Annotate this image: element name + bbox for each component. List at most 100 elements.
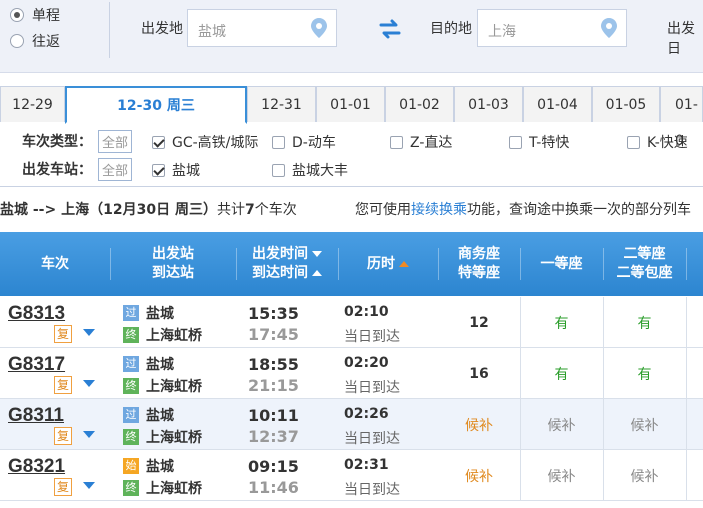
date-tab[interactable]: 01-04 — [523, 86, 592, 122]
table-row: G8311 复 过 盐城 终 上海虹桥 10:11 12:37 02:26 当日… — [0, 399, 703, 450]
to-field[interactable]: 上海 — [477, 9, 627, 47]
second-class-seat: 有 — [637, 315, 652, 332]
date-tab-active[interactable]: 12-30 周三 — [65, 86, 247, 124]
from-field[interactable]: 盐城 — [187, 9, 337, 47]
train-type-all-button[interactable]: 全部 — [98, 129, 133, 153]
header-second: 二等座 二等包座 — [603, 232, 686, 296]
filter-gc[interactable]: GC-高铁/城际 — [152, 132, 258, 152]
reissue-badge[interactable]: 复 — [54, 376, 72, 394]
expand-arrow-icon[interactable] — [83, 482, 95, 489]
route-text: 盐城 --> 上海（12月30日 周三） — [0, 202, 217, 218]
header-business-bottom: 特等座 — [458, 265, 500, 281]
terminal-badge: 终 — [123, 429, 139, 445]
depart-time-sort[interactable]: 出发时间 — [252, 245, 322, 264]
first-class-seat: 有 — [554, 366, 569, 383]
transfer-link[interactable]: 接续换乘 — [411, 202, 467, 218]
header-second-top: 二等座 — [623, 246, 666, 262]
gc-checkbox[interactable] — [152, 135, 165, 149]
sort-up-icon[interactable] — [312, 270, 322, 276]
date-tab[interactable]: 01-05 — [592, 86, 660, 122]
arrive-time: 21:15 — [248, 376, 299, 395]
t-checkbox[interactable] — [509, 135, 522, 149]
expand-arrow-icon[interactable] — [83, 380, 95, 387]
first-class-seat: 候补 — [547, 417, 576, 434]
reissue-badge[interactable]: 复 — [54, 427, 72, 445]
date-tab[interactable]: 12-31 — [247, 86, 316, 122]
arrive-day: 当日到达 — [344, 431, 400, 447]
train-number[interactable]: G8313 — [8, 303, 65, 325]
expand-arrow-icon[interactable] — [83, 431, 95, 438]
filter-z[interactable]: Z-直达 — [390, 132, 452, 152]
sort-down-icon[interactable] — [312, 251, 322, 257]
yancheng-checkbox[interactable] — [152, 163, 165, 177]
yancheng-label: 盐城 — [172, 163, 200, 179]
train-number[interactable]: G8321 — [8, 456, 65, 478]
header-duration[interactable]: 历时 — [338, 232, 438, 296]
sort-up-icon[interactable] — [399, 261, 409, 267]
header-business: 商务座 特等座 — [438, 232, 520, 296]
hint-suffix: 功能，查询途中换乘一次的部分列车 — [467, 202, 691, 218]
k-checkbox[interactable] — [627, 135, 640, 149]
arrive-day: 当日到达 — [344, 329, 400, 345]
filter-t[interactable]: T-特快 — [509, 132, 569, 152]
business-seat[interactable]: 候补 — [438, 450, 520, 501]
header-train-label: 车次 — [41, 255, 69, 272]
business-seat[interactable]: 候补 — [438, 399, 520, 450]
station-all-button[interactable]: 全部 — [98, 157, 133, 181]
reissue-badge[interactable]: 复 — [54, 325, 72, 343]
location-pin-icon[interactable] — [600, 17, 618, 39]
d-checkbox[interactable] — [272, 135, 285, 149]
pass-through-badge: 过 — [123, 305, 139, 321]
depart-station: 盐城 — [146, 357, 174, 373]
t-label: T-特快 — [529, 135, 570, 151]
roundtrip-radio[interactable] — [10, 34, 24, 48]
header-station-top: 出发站 — [152, 246, 194, 262]
from-value: 盐城 — [198, 24, 226, 40]
date-tab[interactable]: 01-03 — [454, 86, 523, 122]
oneway-radio[interactable] — [10, 8, 24, 22]
result-summary: 盐城 --> 上海（12月30日 周三）共计7个车次 您可使用接续换乘功能，查询… — [0, 186, 703, 228]
results-table-header: 车次 出发站 到达站 出发时间 到达时间 历时 商务座 特等座 一等座 二等座 … — [0, 232, 703, 296]
cell-divider — [686, 348, 687, 399]
trip-type-oneway[interactable]: 单程 — [10, 2, 109, 28]
filter-k[interactable]: K-快速 — [627, 132, 688, 152]
trip-type-roundtrip[interactable]: 往返 — [10, 28, 109, 54]
from-label: 出发地 — [141, 21, 183, 37]
second-class-seat: 候补 — [630, 417, 659, 434]
dafeng-checkbox[interactable] — [272, 163, 285, 177]
train-number[interactable]: G8311 — [8, 405, 64, 427]
depart-time: 09:15 — [248, 457, 299, 476]
reissue-badge[interactable]: 复 — [54, 478, 72, 496]
arrive-time: 17:45 — [248, 325, 299, 344]
header-times[interactable]: 出发时间 到达时间 — [236, 232, 338, 296]
swap-icon[interactable] — [378, 18, 402, 40]
train-number[interactable]: G8317 — [8, 354, 65, 376]
table-row: G8321 复 始 盐城 终 上海虹桥 09:15 11:46 02:31 当日… — [0, 450, 703, 501]
z-checkbox[interactable] — [390, 135, 403, 149]
oneway-label: 单程 — [32, 8, 60, 24]
header-time-bottom: 到达时间 — [252, 265, 308, 281]
location-pin-icon[interactable] — [310, 17, 328, 39]
count-suffix: 个车次 — [254, 202, 297, 218]
depart-date-label: 出发日 — [667, 21, 695, 57]
station-label: 出发车站： — [22, 162, 92, 178]
filter-station-dafeng[interactable]: 盐城大丰 — [272, 160, 348, 180]
train-count: 7 — [244, 202, 255, 218]
date-tab[interactable]: 01-0 — [660, 86, 703, 149]
arrive-time-sort[interactable]: 到达时间 — [252, 264, 322, 283]
date-tab[interactable]: 12-29 — [0, 86, 65, 122]
arrive-day: 当日到达 — [344, 482, 400, 498]
origin-badge: 始 — [123, 458, 139, 474]
station-filter: 出发车站： 全部 — [22, 157, 146, 181]
filter-d[interactable]: D-动车 — [272, 132, 336, 152]
arrive-time: 12:37 — [248, 427, 299, 446]
arrive-station: 上海虹桥 — [146, 430, 202, 446]
table-row: G8313 复 过 盐城 终 上海虹桥 15:35 17:45 02:10 当日… — [0, 297, 703, 348]
header-train: 车次 — [0, 232, 110, 296]
date-tab[interactable]: 01-02 — [385, 86, 454, 122]
expand-arrow-icon[interactable] — [83, 329, 95, 336]
count-prefix: 共计 — [216, 202, 245, 218]
filter-station-yancheng[interactable]: 盐城 — [152, 160, 200, 180]
header-duration-label: 历时 — [367, 255, 395, 272]
date-tab[interactable]: 01-01 — [316, 86, 385, 122]
